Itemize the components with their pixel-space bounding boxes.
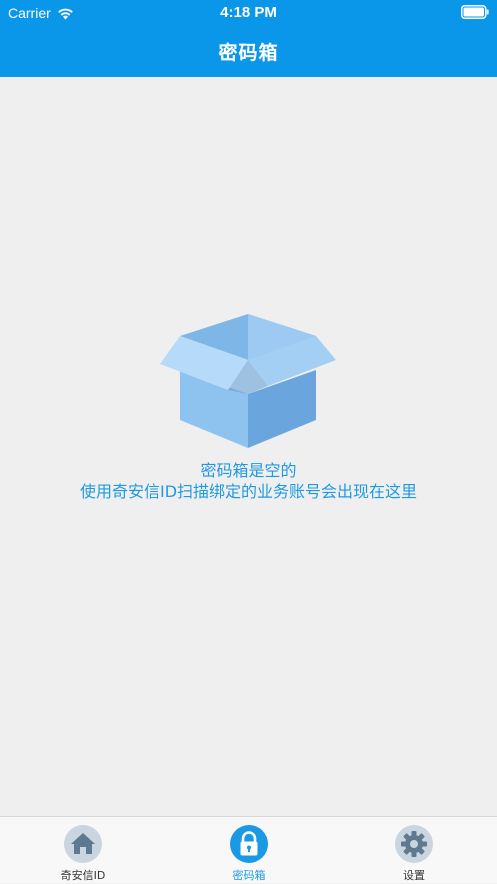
tab-label: 密码箱 [232, 869, 266, 882]
tab-label: 设置 [403, 869, 425, 882]
app-header: Carrier 4:18 PM 密码箱 [0, 0, 497, 77]
tab-label: 奇安信ID [60, 869, 106, 882]
empty-state-subtitle: 使用奇安信ID扫描绑定的业务账号会出现在这里 [79, 482, 418, 501]
tab-settings[interactable]: 设置 [331, 817, 497, 884]
home-icon [64, 825, 102, 863]
empty-state-message: 密码箱是空的 使用奇安信ID扫描绑定的业务账号会出现在这里 [0, 460, 497, 502]
battery-icon [461, 5, 489, 19]
lock-icon [230, 825, 268, 863]
page-title: 密码箱 [218, 42, 279, 64]
tab-bar: 奇安信ID 密码箱 设置 [0, 816, 497, 883]
open-box-icon [160, 314, 336, 448]
empty-state-title: 密码箱是空的 [200, 461, 297, 480]
status-time: 4:18 PM [220, 4, 277, 21]
gear-icon [395, 825, 433, 863]
main-content: 密码箱是空的 使用奇安信ID扫描绑定的业务账号会出现在这里 [0, 77, 497, 816]
tab-qianxin-id[interactable]: 奇安信ID [0, 817, 166, 884]
tab-password-box[interactable]: 密码箱 [166, 817, 332, 884]
status-bar: Carrier 4:18 PM [0, 0, 497, 26]
